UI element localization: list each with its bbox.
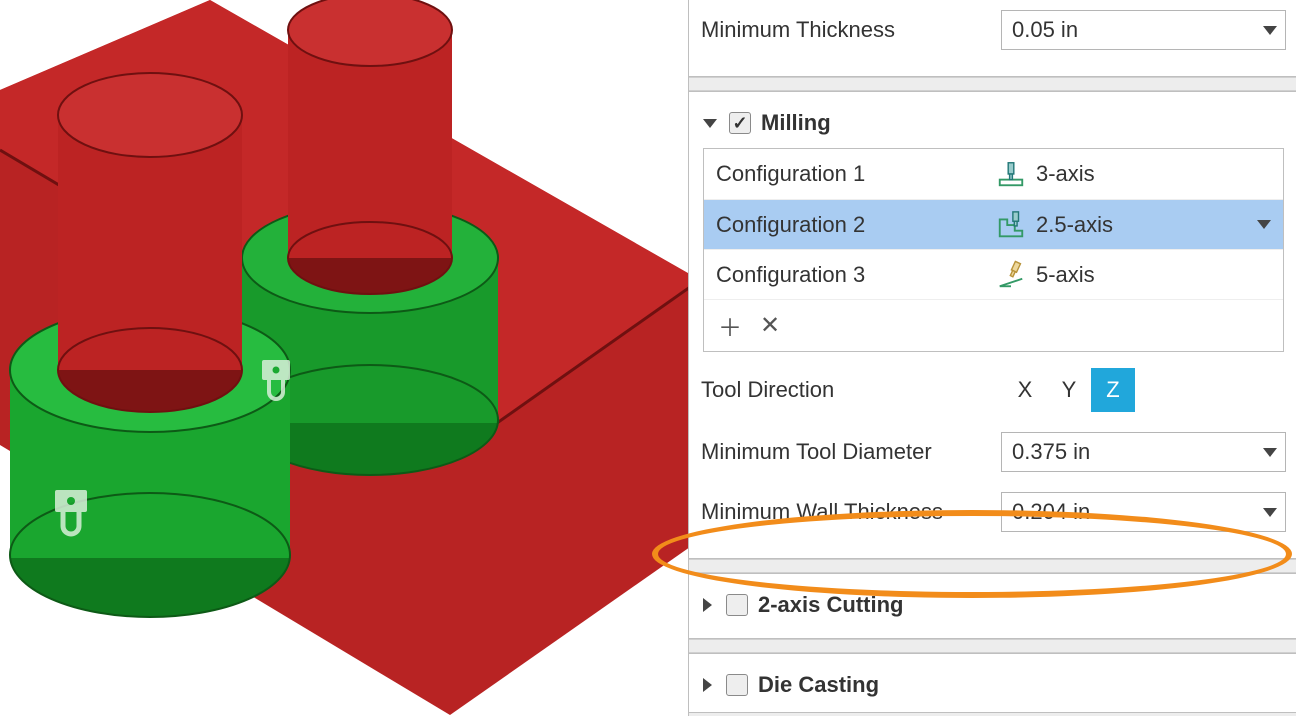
config-name: Configuration 3 (716, 262, 986, 288)
chevron-down-icon (1263, 508, 1277, 517)
milling-checkbox[interactable] (729, 112, 751, 134)
min-wall-thickness-input[interactable]: 0.204 in (1001, 492, 1286, 532)
configuration-row-3[interactable]: Configuration 3 5-axis (704, 249, 1283, 299)
milling-configurations: Configuration 1 3-axis Configuration 2 (703, 148, 1284, 352)
two-axis-cutting-checkbox[interactable] (726, 594, 748, 616)
configuration-row-1[interactable]: Configuration 1 3-axis (704, 149, 1283, 199)
min-wall-thickness-value: 0.204 in (1012, 499, 1090, 525)
min-tool-diameter-input[interactable]: 0.375 in (1001, 432, 1286, 472)
model-svg (0, 0, 688, 716)
milling-title: Milling (761, 110, 831, 136)
disclosure-closed-icon[interactable] (703, 598, 712, 612)
tool-direction-y[interactable]: Y (1047, 368, 1091, 412)
config-name: Configuration 2 (716, 212, 986, 238)
chevron-down-icon (1257, 220, 1271, 229)
min-thickness-input[interactable]: 0.05 in (1001, 10, 1286, 50)
min-wall-thickness-label: Minimum Wall Thickness (701, 499, 1001, 525)
min-tool-diameter-value: 0.375 in (1012, 439, 1090, 465)
tool-direction-label: Tool Direction (701, 377, 1001, 403)
config-type: 3-axis (1036, 161, 1095, 187)
die-casting-checkbox[interactable] (726, 674, 748, 696)
config-name: Configuration 1 (716, 161, 986, 187)
disclosure-closed-icon[interactable] (703, 678, 712, 692)
tool-direction-segmented: X Y Z (1003, 368, 1135, 412)
min-thickness-label: Minimum Thickness (701, 17, 1001, 43)
mill-3axis-icon (996, 159, 1026, 189)
config-type: 2.5-axis (1036, 212, 1113, 238)
add-config-button[interactable]: ＋ (718, 308, 742, 343)
tool-direction-z[interactable]: Z (1091, 368, 1135, 412)
min-thickness-value: 0.05 in (1012, 17, 1078, 43)
die-casting-title: Die Casting (758, 672, 879, 698)
3d-viewport[interactable] (0, 0, 688, 716)
two-axis-cutting-title: 2-axis Cutting (758, 592, 903, 618)
chevron-down-icon (1263, 26, 1277, 35)
mill-25axis-icon (996, 210, 1026, 240)
mill-5axis-icon (996, 260, 1026, 290)
disclosure-open-icon[interactable] (703, 119, 717, 128)
chevron-down-icon (1263, 448, 1277, 457)
remove-config-button[interactable]: ✕ (760, 311, 780, 340)
tool-direction-x[interactable]: X (1003, 368, 1047, 412)
config-type: 5-axis (1036, 262, 1095, 288)
configuration-row-2[interactable]: Configuration 2 2.5-axis (704, 199, 1283, 249)
min-tool-diameter-label: Minimum Tool Diameter (701, 439, 1001, 465)
properties-panel: Minimum Thickness 0.05 in Milling Confi (688, 0, 1296, 716)
